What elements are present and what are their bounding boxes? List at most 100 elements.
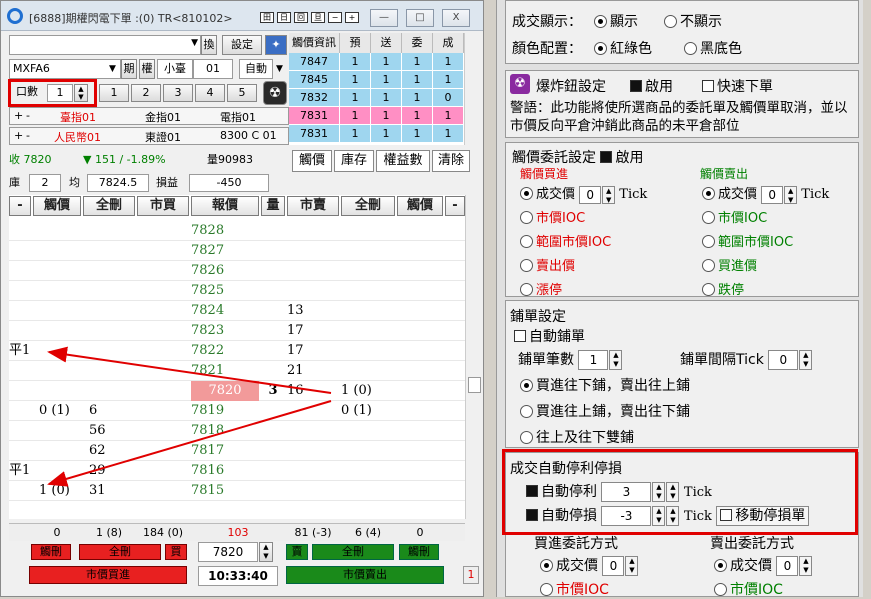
touch-sell-cell[interactable]: [397, 281, 443, 301]
sell-order-cell[interactable]: [341, 341, 395, 361]
sell-order-cell[interactable]: [341, 221, 395, 241]
sell-method-ioc[interactable]: 市價IOC: [714, 579, 783, 599]
market-sell-cell[interactable]: [287, 401, 339, 421]
fill-display-hide[interactable]: 不顯示: [664, 11, 722, 31]
touch-sell-cell[interactable]: [397, 241, 443, 261]
touch-buy-cell[interactable]: [9, 301, 39, 321]
index-name[interactable]: 東證01: [145, 129, 181, 144]
market-sell-cell[interactable]: [287, 421, 339, 441]
quote-scrollbar[interactable]: [464, 33, 483, 145]
touch-sell-option[interactable]: 範圍市價IOC: [702, 231, 793, 250]
toolbar-icon-2[interactable]: 日: [277, 12, 291, 23]
market-buy-cell[interactable]: 31: [89, 481, 139, 501]
market-sell-cell[interactable]: [287, 461, 339, 481]
touch-sell-cell[interactable]: [397, 321, 443, 341]
buy-order-cell[interactable]: [39, 441, 87, 461]
sell-method-fill[interactable]: 成交價 0 ▲ ▼: [714, 555, 813, 576]
radio-icon[interactable]: [520, 431, 533, 444]
quote-row[interactable]: 7845 1 1 1 1: [289, 71, 464, 89]
ladder-count-stepper[interactable]: ▲ ▼: [609, 350, 623, 370]
touch-sell-cell[interactable]: [397, 461, 443, 481]
index-name[interactable]: 臺指01: [60, 109, 96, 124]
touch-sell-cell[interactable]: [397, 401, 443, 421]
checkbox-icon[interactable]: [600, 151, 613, 163]
index-expand[interactable]: +: [14, 129, 23, 142]
price-input[interactable]: 7820: [198, 542, 258, 562]
touch-buy-cell[interactable]: [9, 221, 39, 241]
index-name[interactable]: 8300 C 01: [220, 129, 277, 142]
preset-2[interactable]: 2: [131, 84, 161, 102]
sell-order-cell[interactable]: 1 (0): [341, 381, 395, 401]
market-sell-cell[interactable]: [287, 281, 339, 301]
switch-button[interactable]: 換: [201, 35, 217, 55]
fast-order[interactable]: 快速下單: [702, 76, 773, 96]
market-sell-cell[interactable]: [287, 481, 339, 501]
touch-delete-sell-button[interactable]: 觸刪: [399, 544, 439, 560]
radio-icon[interactable]: [520, 211, 533, 224]
market-buy-cell[interactable]: [89, 301, 139, 321]
touch-buy-cell[interactable]: 平1: [9, 461, 39, 481]
touch-buy-option[interactable]: 賣出價: [520, 255, 575, 274]
touch-sell-header[interactable]: 觸價: [397, 196, 443, 216]
market-buy-cell[interactable]: 29: [89, 461, 139, 481]
touch-buy-cell[interactable]: [9, 321, 39, 341]
preset-3[interactable]: 3: [163, 84, 193, 102]
sell-order-cell[interactable]: [341, 461, 395, 481]
buy-order-cell[interactable]: 1 (0): [39, 481, 87, 501]
ladder-opt-1[interactable]: 買進往下鋪，賣出往上鋪: [520, 375, 690, 395]
market-buy-cell[interactable]: [89, 281, 139, 301]
touch-buy-cell[interactable]: 平1: [9, 341, 39, 361]
market-sell-cell[interactable]: [287, 221, 339, 241]
touch-buy-cell[interactable]: [9, 441, 39, 461]
radio-icon[interactable]: [520, 283, 533, 296]
market-sell-cell[interactable]: [287, 241, 339, 261]
touch-buy-cell[interactable]: [9, 281, 39, 301]
touch-buy-stepper[interactable]: ▲ ▼: [602, 185, 616, 204]
touch-buy-cell[interactable]: [9, 421, 39, 441]
touch-sell-option[interactable]: 市價IOC: [702, 207, 767, 226]
index-collapse[interactable]: -: [26, 109, 30, 122]
radio-icon[interactable]: [520, 259, 533, 272]
touch-sell-option[interactable]: 跌停: [702, 279, 744, 298]
market-buy-cell[interactable]: [89, 241, 139, 261]
settings-button[interactable]: 設定: [222, 35, 262, 55]
buy-order-cell[interactable]: [39, 341, 87, 361]
color-black[interactable]: 黑底色: [684, 38, 742, 58]
buy-order-cell[interactable]: [39, 261, 87, 281]
auto-ladder[interactable]: 自動鋪單: [514, 326, 585, 346]
radio-icon[interactable]: [594, 15, 607, 28]
ladder-opt-2[interactable]: 買進往上鋪，賣出往下鋪: [520, 401, 690, 421]
touch-buy-header[interactable]: 觸價: [33, 196, 81, 216]
ladder-opt-3[interactable]: 往上及往下雙鋪: [520, 427, 634, 447]
touch-buy-option[interactable]: 範圍市價IOC: [520, 231, 611, 250]
delete-all-sell-button[interactable]: 全刪: [312, 544, 394, 560]
close-button[interactable]: X: [442, 9, 470, 27]
market-buy-cell[interactable]: 56: [89, 421, 139, 441]
radio-icon[interactable]: [520, 379, 533, 392]
preset-4[interactable]: 4: [195, 84, 225, 102]
radio-icon[interactable]: [702, 259, 715, 272]
sell-order-cell[interactable]: [341, 281, 395, 301]
touch-sell-cell[interactable]: [397, 221, 443, 241]
type-option[interactable]: 權: [139, 59, 155, 79]
index-name[interactable]: 電指01: [220, 109, 256, 124]
touch-sell-cell[interactable]: [397, 301, 443, 321]
sell-order-cell[interactable]: [341, 441, 395, 461]
ladder-gap-input[interactable]: 0: [768, 350, 799, 370]
touch-sell-option[interactable]: 成交價 0 ▲ ▼ Tick: [702, 183, 829, 204]
radio-icon[interactable]: [714, 583, 727, 596]
minimize-button[interactable]: —: [370, 9, 398, 27]
preset-5[interactable]: 5: [227, 84, 257, 102]
market-sell-cell[interactable]: [287, 261, 339, 281]
color-red-green[interactable]: 紅綠色: [594, 38, 652, 58]
touch-sell-cell[interactable]: [397, 441, 443, 461]
radio-icon[interactable]: [540, 583, 553, 596]
buy-method-fill[interactable]: 成交價 0 ▲ ▼: [540, 555, 639, 576]
inventory-button[interactable]: 庫存: [334, 150, 374, 172]
buy-order-cell[interactable]: 0 (1): [39, 401, 87, 421]
buy-order-cell[interactable]: [39, 281, 87, 301]
touch-sell-cell[interactable]: [397, 481, 443, 501]
sell-order-cell[interactable]: [341, 321, 395, 341]
market-sell-cell[interactable]: 17: [287, 321, 339, 341]
market-sell-cell[interactable]: 16: [287, 381, 339, 401]
